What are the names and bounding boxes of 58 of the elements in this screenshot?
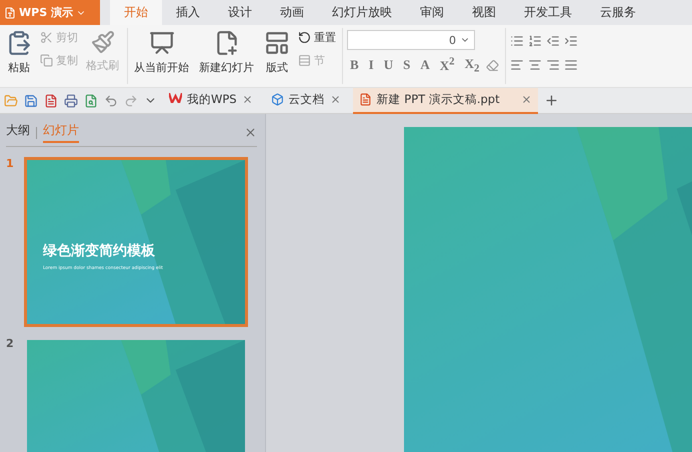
- section-icon: [298, 54, 311, 67]
- indent-decrease-icon[interactable]: [546, 34, 560, 48]
- ribbon-button[interactable]: 从当前开始: [132, 28, 191, 77]
- ribbon-tab[interactable]: 动画: [266, 0, 318, 25]
- cube-icon: [270, 93, 284, 106]
- align-center-icon[interactable]: [528, 58, 542, 72]
- indent-increase-icon[interactable]: [564, 34, 578, 48]
- slide-title: 绿色渐变简约模板: [43, 242, 155, 260]
- ribbon-tab[interactable]: 插入: [162, 0, 214, 25]
- numbered-list-icon[interactable]: [528, 34, 542, 48]
- w-logo-icon: [169, 93, 182, 106]
- save-icon[interactable]: [24, 94, 38, 108]
- ribbon-button[interactable]: 版式: [262, 28, 292, 77]
- clear-format-icon[interactable]: [486, 58, 500, 72]
- document-icon[interactable]: [44, 94, 58, 108]
- ribbon-button[interactable]: 重置: [298, 30, 336, 45]
- close-icon[interactable]: [520, 94, 532, 105]
- text-style-button[interactable]: I: [366, 57, 377, 74]
- reset-icon: [298, 31, 311, 44]
- text-style-button[interactable]: B: [347, 57, 362, 74]
- screen-icon: [148, 30, 174, 56]
- ribbon-tab[interactable]: 云服务: [586, 0, 650, 25]
- ribbon-tab[interactable]: 审阅: [406, 0, 458, 25]
- text-style-button[interactable]: X$^{2}$: [436, 56, 458, 74]
- scissors-icon: [40, 31, 53, 44]
- ribbon-tab[interactable]: 开发工具: [510, 0, 586, 25]
- app-logo-icon: [4, 6, 16, 18]
- ribbon-tab[interactable]: 视图: [458, 0, 510, 25]
- ribbon-tab[interactable]: 幻灯片放映: [318, 0, 406, 25]
- paintbrush-icon: [90, 30, 114, 54]
- align-left-icon[interactable]: [510, 58, 524, 72]
- new-tab-icon[interactable]: [544, 93, 559, 108]
- slide-number: 1: [6, 157, 15, 172]
- print-preview-icon[interactable]: [84, 94, 98, 108]
- ribbon-tab[interactable]: 设计: [214, 0, 266, 25]
- justify-icon[interactable]: [564, 58, 578, 72]
- document-tab[interactable]: 云文档: [264, 88, 347, 114]
- document-tab[interactable]: 我的WPS: [163, 88, 259, 114]
- print-icon[interactable]: [64, 94, 78, 108]
- close-icon[interactable]: [242, 94, 253, 105]
- undo-icon[interactable]: [104, 94, 118, 108]
- slide-number: 2: [6, 337, 15, 352]
- close-icon[interactable]: [244, 126, 257, 139]
- document-tab[interactable]: 新建 PPT 演示文稿.ppt: [352, 88, 538, 114]
- text-style-button[interactable]: U: [380, 57, 396, 74]
- font-size-field[interactable]: 0: [347, 30, 475, 50]
- copy-icon: [40, 54, 53, 67]
- text-style-button[interactable]: X$_{2}$: [462, 56, 482, 75]
- text-style-button[interactable]: S: [400, 57, 414, 74]
- presentation-file-icon: [358, 93, 372, 106]
- close-icon[interactable]: [330, 94, 341, 105]
- align-right-icon[interactable]: [546, 58, 560, 72]
- paste-button[interactable]: 粘贴: [4, 28, 34, 77]
- ribbon-button[interactable]: 新建幻灯片: [197, 28, 256, 77]
- bullet-list-icon[interactable]: [510, 34, 524, 48]
- panel-tab[interactable]: 大纲: [6, 122, 30, 143]
- layout-icon: [264, 30, 290, 56]
- text-style-button[interactable]: A: [417, 57, 433, 74]
